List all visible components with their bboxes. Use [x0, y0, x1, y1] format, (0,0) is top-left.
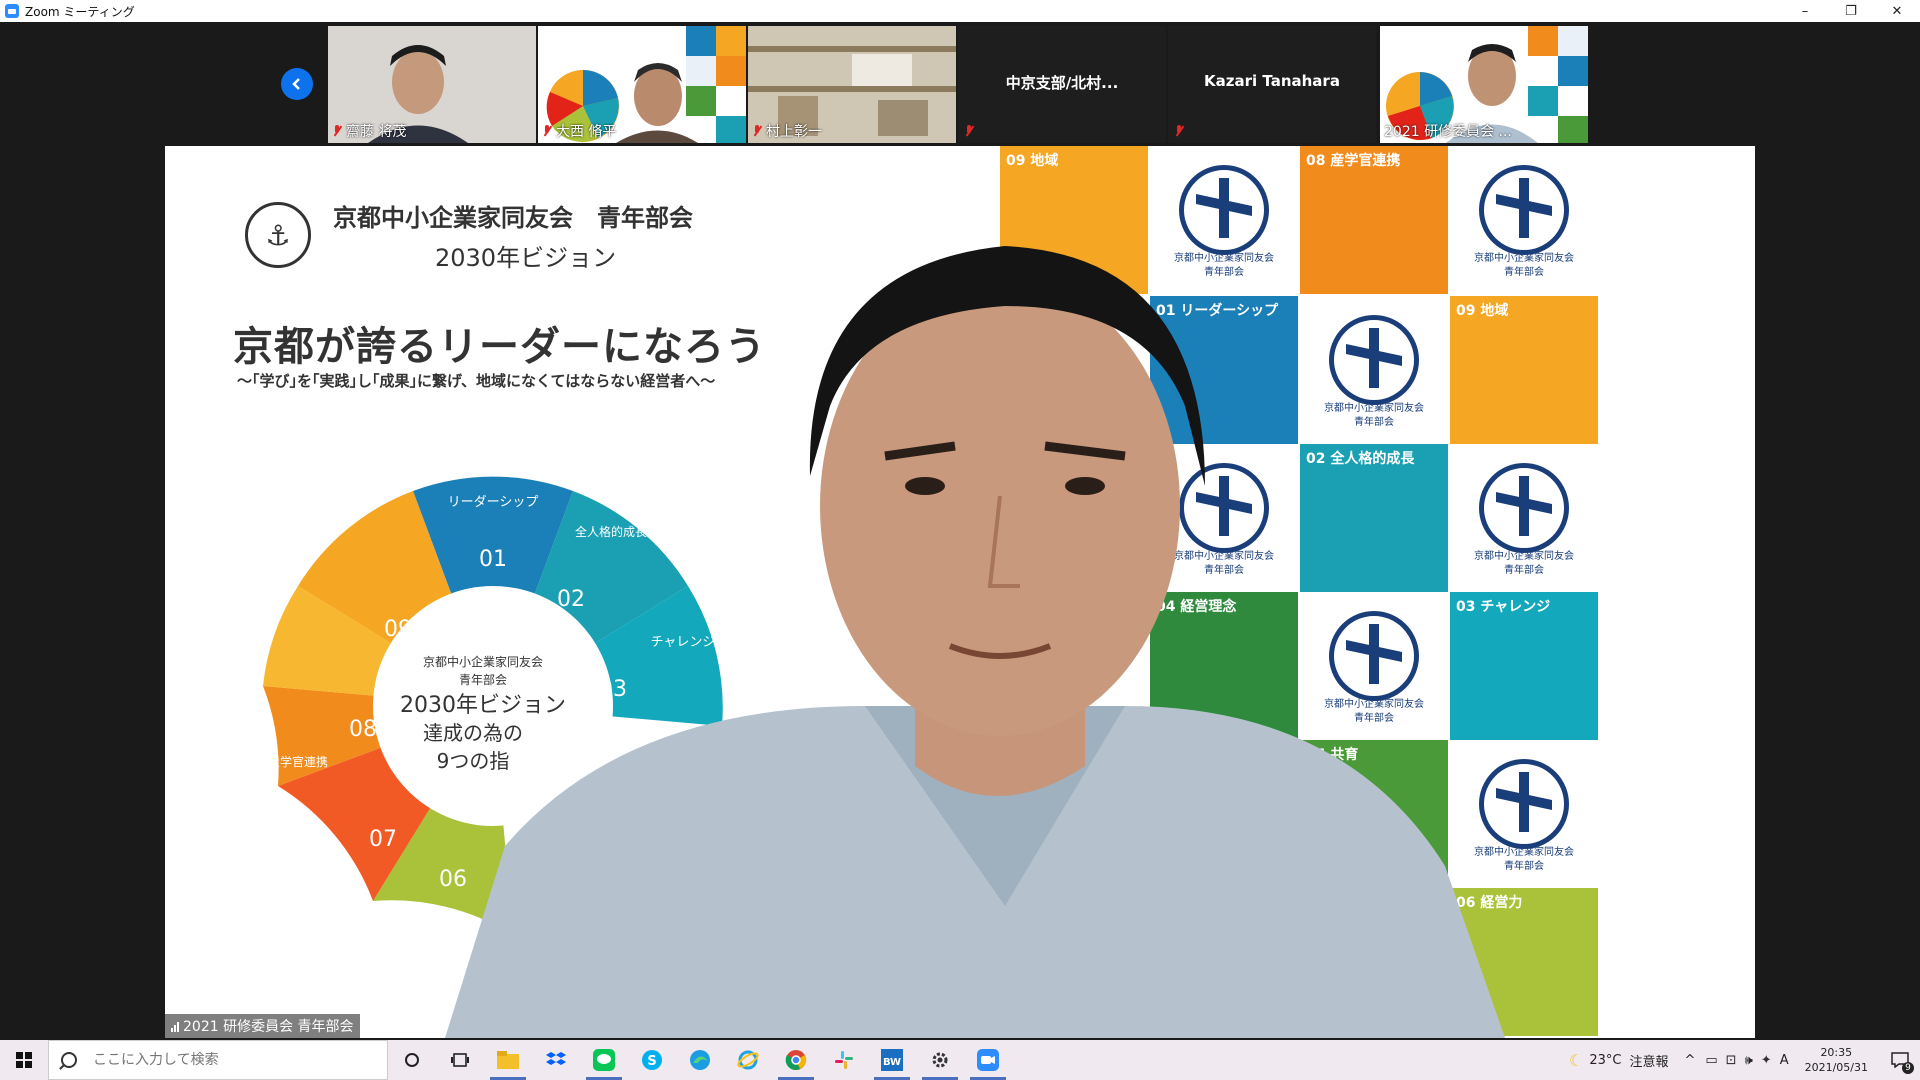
participant-name: Kazari Tanahara: [1204, 72, 1340, 90]
notifications-button[interactable]: 9: [1880, 1040, 1920, 1080]
weather-moon-icon: ☾: [1568, 1050, 1584, 1070]
search-input[interactable]: [91, 1051, 355, 1069]
title-bar: Zoom ミーティング – ❐ ✕: [0, 0, 1920, 22]
participant-tile[interactable]: 中京支部/北村...: [958, 26, 1166, 143]
internet-explorer-icon: [737, 1050, 759, 1070]
dropbox-tray-icon[interactable]: ✦: [1761, 1053, 1772, 1068]
search-icon: [61, 1052, 77, 1068]
mic-muted-icon: [964, 125, 974, 137]
edge-icon: [690, 1050, 710, 1070]
volume-icon[interactable]: 🕪: [1745, 1053, 1753, 1068]
window-title: Zoom ミーティング: [25, 4, 135, 19]
participant-tile[interactable]: Kazari Tanahara: [1168, 26, 1376, 143]
line-app-icon: [593, 1049, 615, 1071]
speaker-name: 2021 研修委員会 青年部会: [183, 1019, 354, 1035]
skype-icon: S: [642, 1050, 662, 1070]
clock-date: 2021/05/31: [1804, 1061, 1868, 1074]
chevron-left-icon: [292, 78, 300, 90]
main-video[interactable]: ⚓ 京都中小企業家同友会 青年部会 2030年ビジョン 京都が誇るリーダーになろ…: [165, 146, 1755, 1038]
windows-taskbar: S BW ☾ 23°C 注意報 ^ ▭ ⊡ 🕪 ✦ A 20:35 2021/0…: [0, 1040, 1920, 1080]
svg-text:BW: BW: [883, 1057, 901, 1068]
participant-tile[interactable]: 村上彰一: [748, 26, 956, 143]
previous-page-button[interactable]: [281, 68, 313, 100]
window-controls: – ❐ ✕: [1782, 0, 1920, 22]
skype-button[interactable]: S: [628, 1040, 676, 1080]
ime-indicator[interactable]: A: [1780, 1053, 1789, 1068]
mic-muted-icon: [1174, 125, 1184, 137]
active-speaker-label: 2021 研修委員会 青年部会: [165, 1014, 360, 1038]
windows-logo-icon: [16, 1052, 32, 1068]
edge-button[interactable]: [676, 1040, 724, 1080]
meet-now-icon[interactable]: ▭: [1705, 1053, 1717, 1068]
chrome-icon: [785, 1050, 807, 1070]
show-hidden-icons-button[interactable]: ^: [1684, 1053, 1695, 1068]
dropbox-button[interactable]: [532, 1040, 580, 1080]
gear-icon: [932, 1052, 948, 1068]
participant-name: 2021 研修委員会 ...: [1384, 124, 1512, 140]
system-tray: ☾ 23°C 注意報 ^ ▭ ⊡ 🕪 ✦ A 20:35 2021/05/31 …: [1569, 1040, 1920, 1080]
participant-name: 齋藤 将茂: [346, 124, 407, 140]
file-explorer-button[interactable]: [484, 1040, 532, 1080]
clock-time: 20:35: [1820, 1046, 1853, 1059]
minimize-button[interactable]: –: [1782, 0, 1828, 22]
dropbox-icon: [546, 1052, 566, 1065]
mic-muted-icon: [542, 125, 552, 137]
restore-button[interactable]: ❐: [1828, 0, 1874, 22]
close-button[interactable]: ✕: [1874, 0, 1920, 22]
notification-count-badge: 9: [1902, 1062, 1914, 1074]
participant-strip: 齋藤 将茂 大西 脩平 村上彰一 中京支部/北村... Kazari Tanah…: [0, 22, 1920, 144]
org-logo-icon: ⚓: [245, 202, 311, 268]
participant-name: 大西 脩平: [556, 124, 617, 140]
start-button[interactable]: [0, 1040, 48, 1080]
zoom-button[interactable]: [964, 1040, 1012, 1080]
participant-name: 中京支部/北村...: [1005, 74, 1119, 92]
cortana-circle-icon: [405, 1053, 419, 1067]
taskbar-search[interactable]: [48, 1040, 388, 1080]
cortana-button[interactable]: [388, 1040, 436, 1080]
weather-temperature[interactable]: 23°C: [1589, 1053, 1621, 1068]
task-view-button[interactable]: [436, 1040, 484, 1080]
task-view-icon: [451, 1053, 469, 1067]
settings-button[interactable]: [916, 1040, 964, 1080]
svg-text:S: S: [647, 1054, 656, 1069]
participant-tile[interactable]: 2021 研修委員会 ...: [1380, 26, 1588, 143]
slack-button[interactable]: [820, 1040, 868, 1080]
participant-name: 村上彰一: [766, 124, 822, 140]
mic-muted-icon: [332, 125, 342, 137]
zoom-app-icon: [5, 4, 19, 18]
wheel-label: 産学官連携: [268, 754, 328, 769]
speaker-video: [445, 246, 1505, 1038]
dreamweaver-button[interactable]: BW: [868, 1040, 916, 1080]
line-button[interactable]: [580, 1040, 628, 1080]
slack-icon: [835, 1051, 853, 1069]
zoom-icon: [977, 1049, 999, 1071]
folder-icon: [497, 1051, 519, 1069]
chrome-button[interactable]: [772, 1040, 820, 1080]
app-tile-icon: BW: [881, 1049, 903, 1071]
participant-tile[interactable]: 大西 脩平: [538, 26, 746, 143]
weather-alert[interactable]: 注意報: [1629, 1051, 1668, 1070]
wheel-number: 09: [384, 617, 412, 642]
internet-explorer-button[interactable]: [724, 1040, 772, 1080]
wheel-number: 08: [349, 717, 377, 742]
clock[interactable]: 20:35 2021/05/31: [1805, 1045, 1868, 1075]
participant-tile[interactable]: 齋藤 将茂: [328, 26, 536, 143]
signal-strength-icon: [171, 1021, 179, 1032]
mic-muted-icon: [752, 125, 762, 137]
network-icon[interactable]: ⊡: [1726, 1053, 1737, 1068]
wheel-number: 07: [369, 827, 397, 852]
wheel-label: 地域: [279, 499, 307, 515]
